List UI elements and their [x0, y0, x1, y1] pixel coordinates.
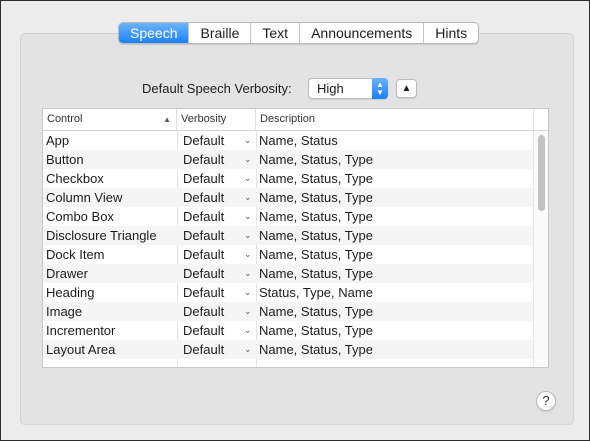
chevron-up-icon: ▲ — [401, 83, 412, 94]
verbosity-popup[interactable]: Default — [183, 226, 224, 245]
table-row[interactable]: Column View Default ⌄ Name, Status, Type — [43, 188, 533, 207]
chevron-down-icon: ⌄ — [244, 230, 252, 240]
table-row[interactable]: Disclosure Triangle Default ⌄ Name, Status,… — [43, 226, 533, 245]
verbosity-popup[interactable]: Default — [183, 340, 224, 359]
table-row[interactable]: Incrementor Default ⌄ Name, Status, Type — [43, 321, 533, 340]
description-text: Name, Status — [259, 133, 338, 148]
tab-bar: Speech Braille Text Announcements Hints — [118, 22, 480, 44]
description-text: Name, Status, Type — [259, 323, 373, 338]
scroll-thumb[interactable] — [538, 135, 545, 211]
control-name: Button — [46, 152, 84, 167]
chevron-down-icon: ⌄ — [244, 287, 252, 297]
control-name: Incrementor — [46, 323, 116, 338]
control-name: Drawer — [46, 266, 88, 281]
control-name: Combo Box — [46, 209, 114, 224]
control-name: Disclosure Triangle — [46, 228, 157, 243]
description-text: Name, Status, Type — [259, 228, 373, 243]
table-row[interactable]: Drawer Default ⌄ Name, Status, Type — [43, 264, 533, 283]
description-text: Status, Type, Name — [259, 285, 373, 300]
column-header-verbosity[interactable]: Verbosity — [177, 109, 256, 130]
description-text: Name, Status, Type — [259, 152, 373, 167]
description-text: Name, Status, Type — [259, 247, 373, 262]
chevron-down-icon: ⌄ — [244, 154, 252, 164]
control-name: App — [46, 133, 70, 148]
tab-braille[interactable]: Braille — [188, 23, 250, 43]
control-name: Layout Area — [46, 342, 116, 357]
description-text: Name, Status, Type — [259, 171, 373, 186]
verbosity-popup[interactable]: Default — [183, 245, 224, 264]
table-row[interactable]: Layout Area Default ⌄ Name, Status, Type — [43, 340, 533, 359]
chevron-down-icon: ⌄ — [244, 344, 252, 354]
column-header-control[interactable]: Control ▲ — [43, 109, 177, 130]
chevron-down-icon: ⌄ — [244, 249, 252, 259]
updown-chevron-icon: ▲ ▼ — [372, 78, 388, 99]
table-row[interactable]: Button Default ⌄ Name, Status, Type — [43, 150, 533, 169]
verbosity-select-value: High — [317, 81, 344, 96]
table-body: App Default ⌄ Name, Status Button Default ⌄ Nam… — [43, 131, 533, 367]
verbosity-popup[interactable]: Default — [183, 207, 224, 226]
control-name: Column View — [46, 190, 123, 205]
verbosity-table: Control ▲ Verbosity Description App Defau… — [42, 108, 549, 368]
verbosity-popup[interactable]: Default — [183, 150, 224, 169]
verbosity-popup[interactable]: Default — [183, 264, 224, 283]
collapse-button[interactable]: ▲ — [396, 79, 417, 98]
tab-text[interactable]: Text — [250, 23, 299, 43]
tab-speech[interactable]: Speech — [119, 23, 189, 43]
description-text: Name, Status, Type — [259, 304, 373, 319]
control-name: Dock Item — [46, 247, 105, 262]
chevron-down-icon: ⌄ — [244, 306, 252, 316]
control-name: Heading — [46, 285, 95, 300]
control-name: Checkbox — [46, 171, 104, 186]
column-header-description[interactable]: Description — [256, 109, 534, 130]
sort-ascending-icon: ▲ — [163, 115, 171, 124]
tab-announcements[interactable]: Announcements — [299, 23, 423, 43]
vertical-scrollbar[interactable] — [533, 131, 548, 367]
description-text: Name, Status, Type — [259, 190, 373, 205]
table-row[interactable]: Dock Item Default ⌄ Name, Status, Type — [43, 245, 533, 264]
verbosity-popup[interactable]: Default — [183, 131, 224, 150]
chevron-down-icon: ⌄ — [244, 325, 252, 335]
table-header: Control ▲ Verbosity Description — [43, 109, 548, 131]
verbosity-popup[interactable]: Default — [183, 169, 224, 188]
chevron-down-icon: ⌄ — [244, 211, 252, 221]
verbosity-select[interactable]: High ▲ ▼ — [308, 78, 388, 99]
description-text: Name, Status, Type — [259, 342, 373, 357]
table-row[interactable]: Heading Default ⌄ Status, Type, Name — [43, 283, 533, 302]
verbosity-popup[interactable]: Default — [183, 302, 224, 321]
table-row[interactable]: App Default ⌄ Name, Status — [43, 131, 533, 150]
verbosity-label: Default Speech Verbosity: — [142, 81, 292, 96]
verbosity-popup[interactable]: Default — [183, 321, 224, 340]
verbosity-popup[interactable]: Default — [183, 188, 224, 207]
help-button[interactable]: ? — [536, 391, 556, 411]
column-header-control-label: Control — [47, 113, 83, 125]
chevron-down-icon: ⌄ — [244, 173, 252, 183]
chevron-down-icon: ⌄ — [244, 135, 252, 145]
control-name: Image — [46, 304, 83, 319]
chevron-down-icon: ⌄ — [244, 268, 252, 278]
description-text: Name, Status, Type — [259, 266, 373, 281]
description-text: Name, Status, Type — [259, 209, 373, 224]
table-row[interactable]: Combo Box Default ⌄ Name, Status, Type — [43, 207, 533, 226]
table-row[interactable]: Checkbox Default ⌄ Name, Status, Type — [43, 169, 533, 188]
table-row[interactable]: Image Default ⌄ Name, Status, Type — [43, 302, 533, 321]
help-icon: ? — [542, 393, 550, 408]
verbosity-popup[interactable]: Default — [183, 283, 224, 302]
chevron-down-icon: ⌄ — [244, 192, 252, 202]
tab-hints[interactable]: Hints — [423, 23, 478, 43]
